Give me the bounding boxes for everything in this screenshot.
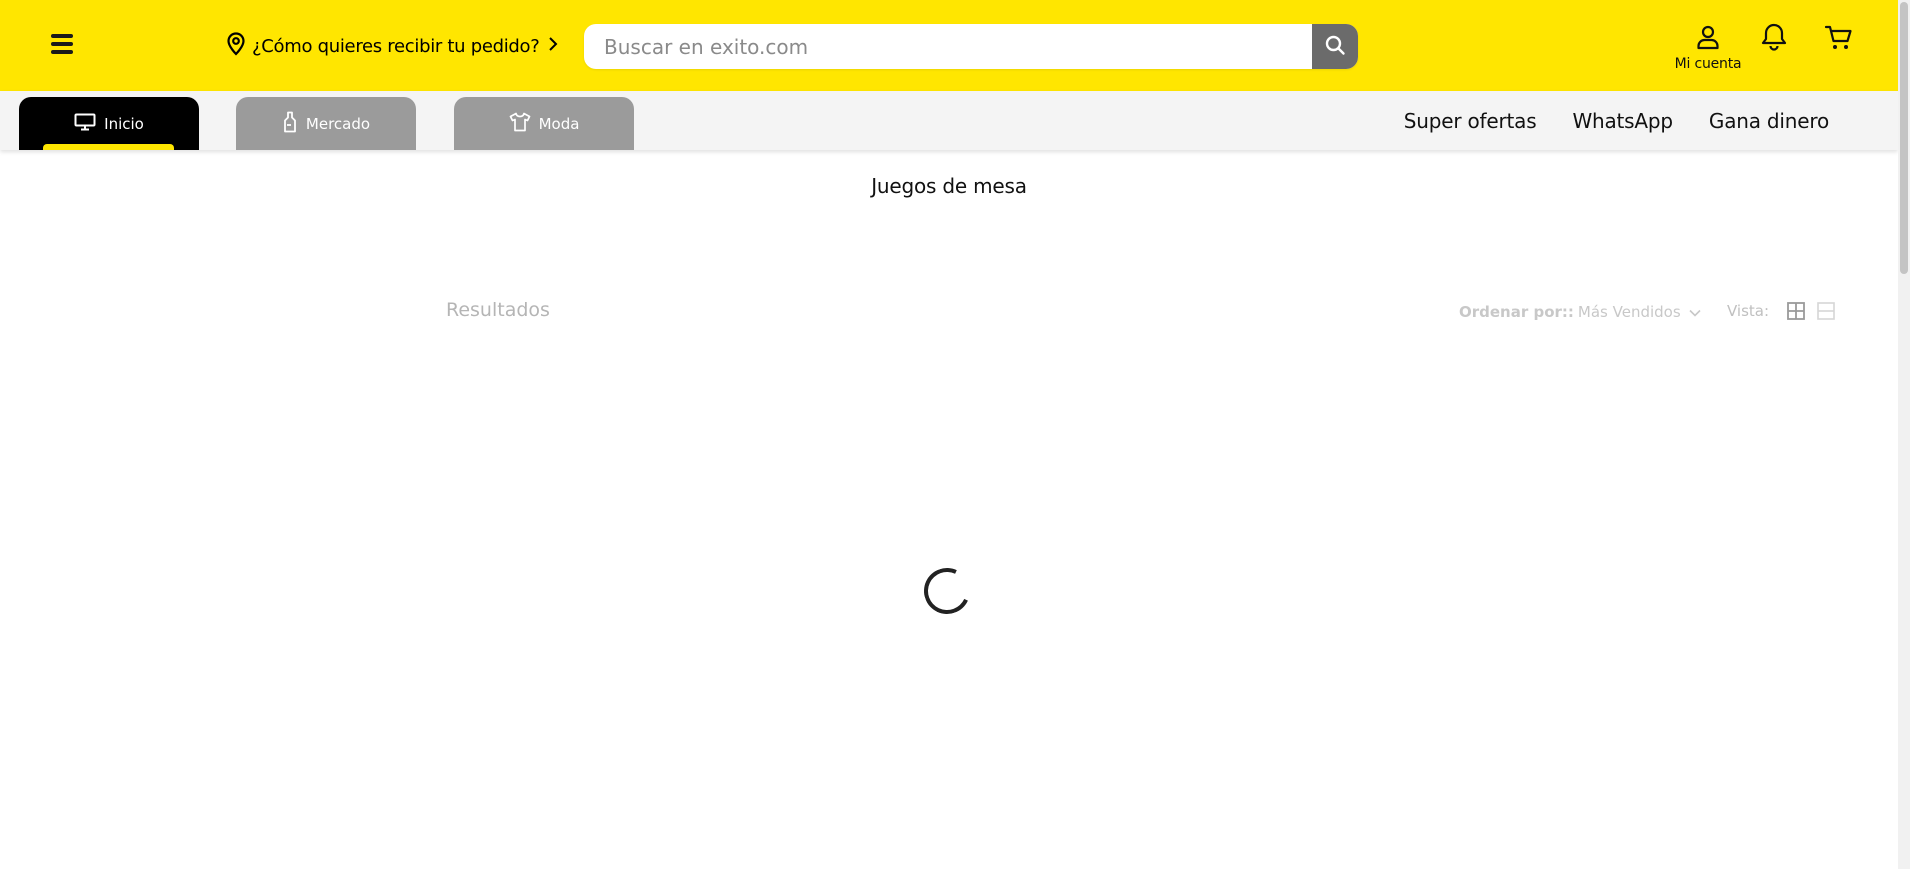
category-navbar: Inicio Mercado Moda Super ofertas WhatsA… — [0, 91, 1898, 150]
monitor-icon — [74, 113, 96, 135]
sort-selected-value: Más Vendidos — [1577, 302, 1681, 321]
search-bar — [584, 24, 1358, 69]
page-scrollbar[interactable] — [1898, 0, 1910, 869]
grid-view-icon[interactable] — [1785, 300, 1807, 322]
tab-moda-label: Moda — [538, 114, 580, 133]
location-pin-icon — [226, 32, 246, 60]
tab-mercado-label: Mercado — [305, 114, 371, 133]
hamburger-menu-icon[interactable] — [46, 28, 78, 60]
list-view-icon[interactable] — [1815, 300, 1837, 322]
tab-inicio-label: Inicio — [104, 114, 144, 133]
active-tab-indicator — [43, 144, 174, 150]
search-input[interactable] — [584, 24, 1312, 69]
loading-spinner-icon — [917, 561, 977, 621]
notifications-bell-icon[interactable] — [1760, 22, 1788, 56]
chevron-right-icon — [548, 36, 558, 56]
delivery-location-text: ¿Cómo quieres recibir tu pedido? — [252, 35, 540, 57]
user-icon — [1695, 25, 1721, 54]
my-account-label: Mi cuenta — [1674, 56, 1742, 72]
bottle-icon — [282, 111, 298, 137]
sort-label: Ordenar por:: — [1459, 302, 1574, 321]
nav-link-super-ofertas[interactable]: Super ofertas — [1404, 109, 1537, 133]
tab-inicio[interactable]: Inicio — [19, 97, 199, 150]
tab-moda[interactable]: Moda — [454, 97, 634, 150]
search-icon — [1324, 34, 1346, 60]
my-account-button[interactable]: Mi cuenta — [1668, 24, 1748, 72]
shopping-cart-icon[interactable] — [1824, 24, 1854, 56]
view-toggle: Vista: — [1727, 300, 1837, 322]
sort-dropdown[interactable]: Ordenar por:: Más Vendidos — [1459, 302, 1701, 321]
page-title: Juegos de mesa — [871, 174, 1027, 198]
delivery-location-selector[interactable]: ¿Cómo quieres recibir tu pedido? — [226, 32, 558, 60]
results-label: Resultados — [446, 299, 550, 321]
nav-links: Super ofertas WhatsApp Gana dinero — [1404, 109, 1829, 133]
tab-mercado[interactable]: Mercado — [236, 97, 416, 150]
view-label: Vista: — [1727, 302, 1770, 320]
scrollbar-thumb[interactable] — [1900, 2, 1908, 274]
chevron-down-icon — [1689, 302, 1701, 321]
nav-link-gana-dinero[interactable]: Gana dinero — [1709, 109, 1829, 133]
search-button[interactable] — [1312, 24, 1358, 69]
nav-link-whatsapp[interactable]: WhatsApp — [1572, 109, 1673, 133]
shirt-icon — [509, 112, 531, 136]
top-header: ¿Cómo quieres recibir tu pedido? Mi cuen… — [0, 0, 1898, 91]
